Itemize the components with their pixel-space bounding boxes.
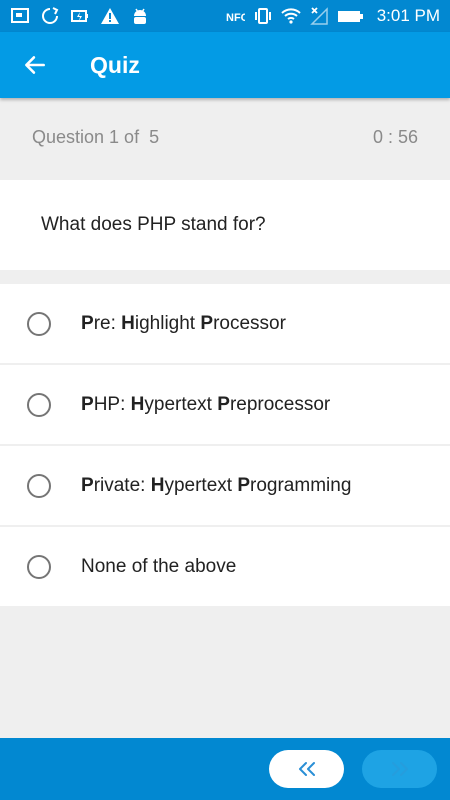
radio-button[interactable] [27, 554, 51, 579]
status-time: 3:01 PM [376, 6, 440, 25]
sync-icon [40, 6, 60, 26]
next-question-button[interactable] [362, 750, 437, 788]
answer-option[interactable]: Pre: Highlight Processor [0, 284, 450, 363]
status-bar: NFC 3:01 PM [0, 0, 450, 32]
svg-text:NFC: NFC [226, 12, 245, 24]
app-bar: Quiz [0, 32, 450, 98]
question-header: Question 1 of 5 0 : 56 [0, 98, 450, 176]
warning-icon [100, 6, 120, 26]
answer-options: Pre: Highlight Processor PHP: Hypertext … [0, 284, 450, 608]
status-left-icons [10, 6, 150, 26]
battery-icon [337, 6, 365, 26]
double-chevron-right-icon [391, 762, 408, 776]
quiz-timer: 0 : 56 [372, 126, 418, 147]
radio-button[interactable] [27, 392, 51, 417]
option-label: Pre: Highlight Processor [81, 312, 286, 334]
previous-question-button[interactable] [269, 750, 344, 788]
page-title: Quiz [90, 51, 140, 78]
arrow-left-icon [25, 56, 45, 74]
wifi-icon [280, 6, 301, 26]
back-button[interactable] [0, 32, 70, 98]
status-right-icons: NFC 3:01 PM [225, 6, 440, 26]
double-chevron-left-icon [298, 762, 315, 776]
answer-option[interactable]: PHP: Hypertext Preprocessor [0, 365, 450, 444]
question-card: What does PHP stand for? [0, 180, 450, 270]
vibrate-icon [253, 6, 273, 26]
option-label: PHP: Hypertext Preprocessor [81, 393, 331, 415]
android-icon [130, 6, 150, 26]
radio-button[interactable] [27, 311, 51, 336]
battery-saver-icon [70, 6, 90, 26]
option-label: Private: Hypertext Programming [81, 474, 352, 496]
radio-button[interactable] [27, 473, 51, 498]
bottom-navigation-bar [0, 738, 450, 800]
answer-option[interactable]: None of the above [0, 527, 450, 606]
screen-icon [10, 6, 30, 26]
answer-option[interactable]: Private: Hypertext Programming [0, 446, 450, 525]
nfc-icon: NFC [225, 6, 245, 26]
no-signal-icon [309, 6, 329, 26]
question-progress: Question 1 of 5 [32, 126, 160, 147]
option-label: None of the above [81, 555, 237, 577]
question-text: What does PHP stand for? [41, 214, 266, 235]
